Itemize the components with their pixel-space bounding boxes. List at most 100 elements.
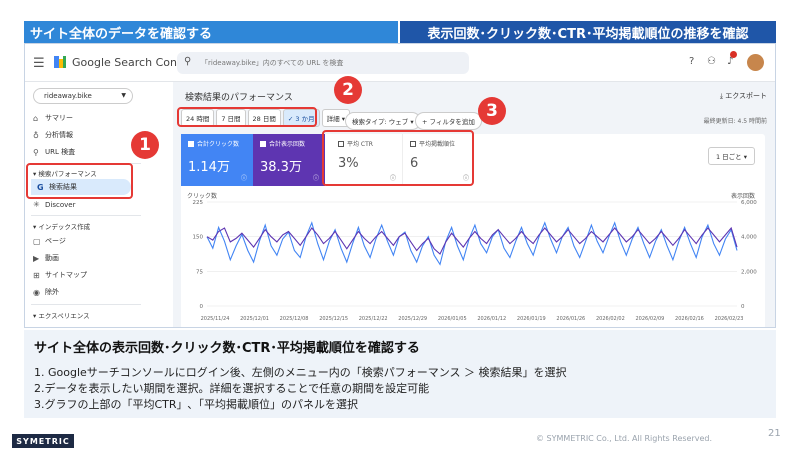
sidebar-item-label: 除外: [45, 288, 59, 296]
home-icon: ⌂: [33, 113, 39, 123]
sidebar-item-url-inspection[interactable]: ⚲ URL 検査: [33, 147, 75, 157]
y-right-tick: 4,000: [741, 235, 757, 241]
kpi-total-clicks[interactable]: 合計クリック数 1.14万 ⓘ: [181, 134, 253, 186]
sidebar-item-label: サイトマップ: [45, 271, 87, 279]
x-tick: 2025/11/24: [201, 316, 230, 322]
section-experience[interactable]: ▾ エクスペリエンス: [33, 310, 90, 320]
company-logo: SYMETRIC: [12, 434, 74, 448]
highlight-search-results: [26, 163, 133, 199]
chevron-down-icon: ▾: [410, 118, 414, 126]
instruction-step-1: 1. Googleサーチコンソールにログイン後、左側のメニュー内の「検索パフォー…: [34, 366, 567, 379]
instruction-box: サイト全体の表示回数･クリック数･CTR･平均掲載順位を確認する 1. Goog…: [24, 330, 776, 418]
subtitle-band: 表示回数･クリック数･CTR･平均掲載順位の推移を確認: [400, 21, 776, 43]
notification-badge: [730, 51, 737, 58]
instruction-title: サイト全体の表示回数･クリック数･CTR･平均掲載順位を確認する: [34, 341, 420, 356]
last-updated: 最終更新日: 4.5 時間前: [703, 118, 767, 125]
chip-label: 詳細: [326, 115, 340, 123]
search-type-filter[interactable]: 検索タイプ: ウェブ ▾: [345, 112, 421, 130]
y-left-tick: 225: [193, 200, 204, 206]
sidebar-item-removals[interactable]: ◉ 除外: [33, 287, 59, 297]
sidebar-item-label: Discover: [45, 200, 76, 209]
y-left-tick: 0: [200, 304, 204, 310]
performance-chart: クリック数 表示回数 225 6,000 150 4,000 75 2,000 0 0 2025…: [187, 192, 758, 322]
search-icon: ⚲: [33, 147, 39, 157]
kpi-value: 1.14万: [188, 160, 230, 175]
x-tick: 2026/01/19: [517, 316, 546, 322]
x-tick: 2026/02/23: [715, 316, 744, 322]
axis-ticks: 225 6,000 150 4,000 75 2,000 0 0 2025/11/24 2025/…: [193, 200, 758, 322]
menu-icon[interactable]: ☰: [33, 56, 45, 71]
instruction-step-3: 3.グラフの上部の「平均CTR」､「平均掲載順位」のパネルを選択: [34, 398, 359, 411]
highlight-date-range: [177, 107, 317, 127]
checkbox-icon: [188, 140, 194, 147]
gsc-top-bar: ☰ Google Search Console ⚲ 「rideaway.bike…: [25, 44, 775, 82]
step-badge-2: 2: [334, 76, 362, 104]
download-icon: ⤓: [719, 92, 723, 100]
sidebar-item-label: 分析情報: [45, 131, 73, 139]
x-tick: 2026/01/05: [438, 316, 467, 322]
checkbox-icon: [260, 140, 266, 147]
plus-icon: +: [422, 118, 428, 126]
section-label: エクスペリエンス: [38, 312, 90, 320]
granularity-label: 1 日ごと: [715, 153, 742, 161]
sidebar-item-label: ページ: [45, 237, 66, 245]
page-number: 21: [768, 428, 781, 439]
section-index[interactable]: ▾ インデックス作成: [33, 221, 90, 231]
series-line-clicks: [206, 221, 738, 266]
chevron-down-icon: ▾: [743, 153, 747, 161]
kpi-total-impressions[interactable]: 合計表示回数 38.3万 ⓘ: [253, 134, 325, 186]
x-tick: 2025/12/01: [240, 316, 269, 322]
avatar[interactable]: [747, 54, 764, 71]
copyright: © SYMMETRIC Co., Ltd. All Rights Reserve…: [536, 434, 713, 443]
kpi-label: 合計クリック数: [197, 141, 240, 148]
x-tick: 2025/12/08: [280, 316, 309, 322]
filter-label: フィルタを追加: [429, 118, 475, 126]
property-selector[interactable]: rideaway.bike ▼: [33, 88, 133, 104]
user-settings-icon[interactable]: ⚇: [707, 56, 716, 67]
sidebar-item-label: 動画: [45, 254, 59, 262]
y-left-tick: 150: [193, 235, 204, 241]
lightbulb-icon: ♁: [33, 130, 39, 140]
sidebar-item-insights[interactable]: ♁ 分析情報: [33, 130, 73, 140]
search-placeholder: 「rideaway.bike」内のすべての URL を検査: [201, 59, 344, 67]
eye-off-icon: ◉: [33, 287, 40, 297]
chevron-down-icon: ▼: [121, 92, 126, 99]
sitemap-icon: ⊞: [33, 270, 40, 280]
page-icon: ▢: [33, 236, 41, 246]
x-tick: 2026/02/09: [636, 316, 665, 322]
slide: サイト全体のデータを確認する 表示回数･クリック数･CTR･平均掲載順位の推移を…: [0, 0, 800, 450]
help-icon[interactable]: ?: [689, 56, 694, 67]
y-right-tick: 0: [741, 304, 745, 310]
sidebar-item-label: URL 検査: [45, 148, 76, 156]
x-tick: 2026/02/02: [596, 316, 625, 322]
section-label: インデックス作成: [38, 223, 91, 231]
x-tick: 2025/12/22: [359, 316, 388, 322]
y-right-tick: 6,000: [741, 200, 757, 206]
step-badge-3: 3: [478, 97, 506, 125]
y-right-axis-label: 表示回数: [731, 192, 755, 200]
sidebar-item-label: サマリー: [45, 114, 73, 122]
export-button[interactable]: ⤓ エクスポート: [720, 91, 767, 101]
x-tick: 2025/12/29: [398, 316, 427, 322]
sidebar-item-summary[interactable]: ⌂ サマリー: [33, 113, 73, 123]
video-icon: ▶: [33, 253, 40, 263]
sidebar-item-discover[interactable]: ✳ Discover: [33, 200, 75, 209]
help-icon: ⓘ: [240, 175, 247, 182]
section-title-band: サイト全体のデータを確認する: [24, 21, 398, 43]
gsc-logo-icon: [54, 56, 66, 68]
sidebar-item-pages[interactable]: ▢ ページ: [33, 236, 66, 246]
asterisk-icon: ✳: [33, 200, 40, 209]
export-label: エクスポート: [725, 92, 767, 100]
page-title: 検索結果のパフォーマンス: [185, 93, 293, 103]
x-tick: 2025/12/15: [319, 316, 348, 322]
x-tick: 2026/01/26: [556, 316, 585, 322]
search-icon: ⚲: [184, 56, 192, 67]
url-inspection-search[interactable]: ⚲ 「rideaway.bike」内のすべての URL を検査: [177, 52, 469, 74]
divider: [31, 304, 141, 305]
add-filter-button[interactable]: + フィルタを追加: [415, 112, 482, 130]
sidebar: rideaway.bike ▼ ⌂ サマリー ♁ 分析情報 ⚲ URL 検査 ▾ 検索…: [25, 82, 173, 327]
sidebar-item-sitemaps[interactable]: ⊞ サイトマップ: [33, 270, 87, 280]
sidebar-item-videos[interactable]: ▶ 動画: [33, 253, 59, 263]
granularity-selector[interactable]: 1 日ごと ▾: [707, 147, 755, 165]
x-tick: 2026/02/16: [675, 316, 704, 322]
